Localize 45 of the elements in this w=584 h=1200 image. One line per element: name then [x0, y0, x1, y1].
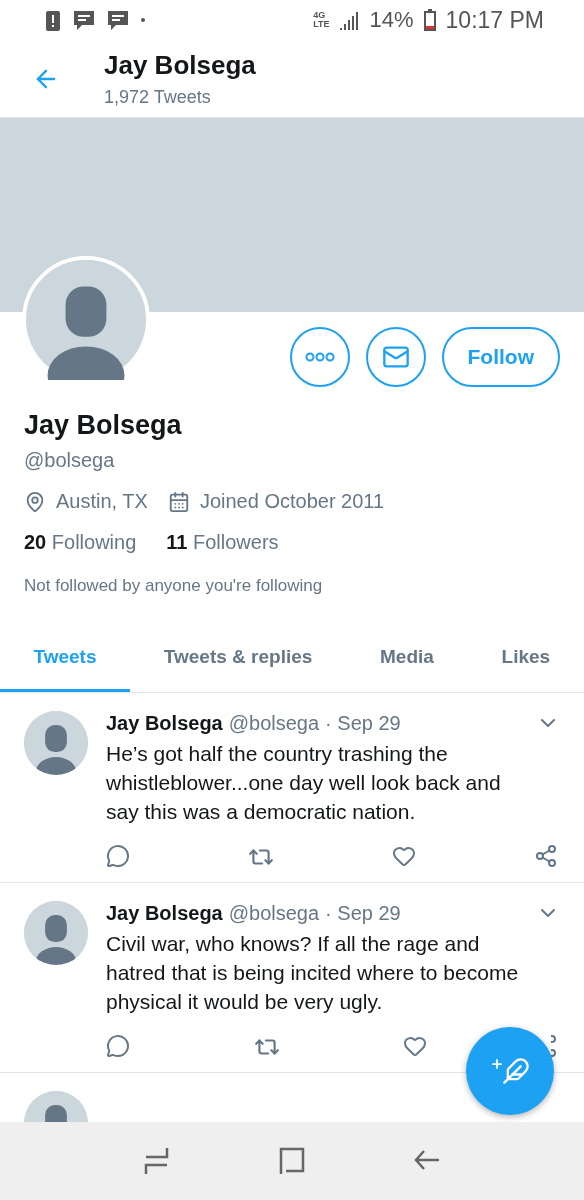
tweet-handle: @bolsega: [228, 711, 320, 735]
tweet-text: He’s got half the country trashing the whistleblower...one day well look back and say this was a democratic nation.: [106, 741, 502, 825]
avatar-icon: [24, 711, 88, 775]
location-icon: [24, 490, 46, 513]
location: Austin, TX: [56, 490, 148, 513]
profile-name: Jay Bolsega: [24, 410, 183, 441]
signal-icon: [339, 10, 360, 30]
tweet-author: Jay Bolsega: [106, 901, 223, 925]
follow-button[interactable]: Follow: [441, 327, 560, 387]
follow-stat[interactable]: 20 Following: [24, 531, 137, 554]
home-icon[interactable]: [278, 1146, 306, 1176]
network-type: 4G LTE: [313, 11, 330, 29]
dot-icon: [140, 17, 146, 23]
profile-tab[interactable]: Media: [346, 624, 468, 692]
battery-icon: [423, 9, 436, 31]
tweet-date: · Sep 29: [325, 711, 401, 735]
tweet-count: 1,972 Tweets: [104, 86, 212, 108]
battery-percent: 14%: [369, 7, 414, 33]
tweet-text: Civil war, who knows? If all the rage and hatred that is being incited where to become physical it would be very ugly.: [106, 931, 520, 1015]
calendar-icon: [167, 490, 190, 513]
followers-note: Not followed by anyone you're following: [24, 576, 324, 596]
profile-handle: @bolsega: [24, 449, 116, 472]
profile-tab[interactable]: Tweets & replies: [130, 624, 347, 692]
header-title: Jay Bolsega: [104, 49, 256, 81]
compose-button[interactable]: [466, 1027, 554, 1115]
reply-icon[interactable]: [106, 844, 130, 868]
clock-time: 10:17 PM: [445, 6, 544, 34]
avatar-icon: [24, 901, 88, 965]
message-icon: [106, 9, 130, 31]
tweet-date: · Sep 29: [325, 901, 401, 925]
profile-tab[interactable]: Likes: [467, 624, 584, 692]
like-icon[interactable]: [403, 1034, 428, 1058]
follow-stat[interactable]: 11 Followers: [166, 531, 279, 554]
more-icon: [304, 352, 335, 362]
share-icon[interactable]: [550, 1034, 558, 1060]
share-icon[interactable]: [534, 844, 558, 868]
compose-icon: [490, 1057, 530, 1085]
profile-tab[interactable]: Tweets: [0, 624, 130, 692]
tweet-author: Jay Bolsega: [106, 711, 223, 735]
tweet-handle: @bolsega: [228, 901, 320, 925]
like-icon[interactable]: [392, 844, 416, 868]
reply-icon[interactable]: [106, 1034, 130, 1058]
join-date: Joined October 2011: [199, 490, 385, 513]
message-icon: [72, 9, 96, 31]
alert-icon: [44, 9, 62, 31]
